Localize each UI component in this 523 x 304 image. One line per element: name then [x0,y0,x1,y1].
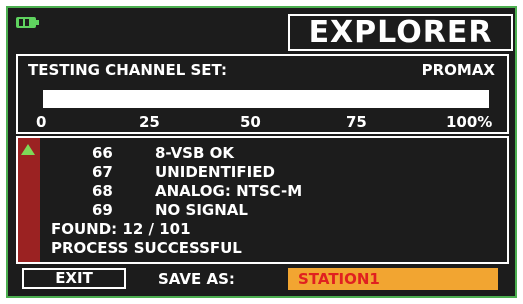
scrollbar[interactable] [18,138,40,262]
testing-label: TESTING CHANNEL SET: [28,61,227,79]
progress-panel: TESTING CHANNEL SET: PROMAX 0 25 50 75 1… [16,54,509,134]
progress-tick: 25 [139,113,160,131]
progress-bar [43,90,489,108]
brand-label: PROMAX [421,61,495,79]
results-panel: 66 8-VSB OK 67 UNIDENTIFIED 68 ANALOG: N… [16,136,509,264]
exit-button[interactable]: EXIT [22,268,126,289]
channel-status: UNIDENTIFIED [155,163,275,181]
progress-tick: 0 [36,113,47,131]
channel-status: NO SIGNAL [155,201,248,219]
save-as-label: SAVE AS: [158,270,235,288]
battery-icon [16,17,39,28]
progress-tick: 75 [346,113,367,131]
progress-tick: 50 [240,113,261,131]
channel-number: 69 [92,201,113,219]
progress-bar-fill [43,90,489,108]
status-message: PROCESS SUCCESSFUL [51,239,242,257]
scroll-up-icon[interactable] [21,144,35,155]
filename-field[interactable]: STATION1 [288,268,498,290]
channel-number: 67 [92,163,113,181]
channel-number: 66 [92,144,113,162]
list-item: 68 ANALOG: NTSC-M [92,182,492,200]
device-screen: EXPLORER TESTING CHANNEL SET: PROMAX 0 2… [6,6,517,298]
page-title: EXPLORER [288,14,513,51]
progress-tick: 100% [446,113,493,131]
list-item: 69 NO SIGNAL [92,201,492,219]
found-count: FOUND: 12 / 101 [51,220,191,238]
channel-status: 8-VSB OK [155,144,235,162]
list-item: 66 8-VSB OK [92,144,492,162]
list-item: 67 UNIDENTIFIED [92,163,492,181]
channel-number: 68 [92,182,113,200]
channel-status: ANALOG: NTSC-M [155,182,303,200]
footer-bar: EXIT SAVE AS: STATION1 [16,264,509,292]
